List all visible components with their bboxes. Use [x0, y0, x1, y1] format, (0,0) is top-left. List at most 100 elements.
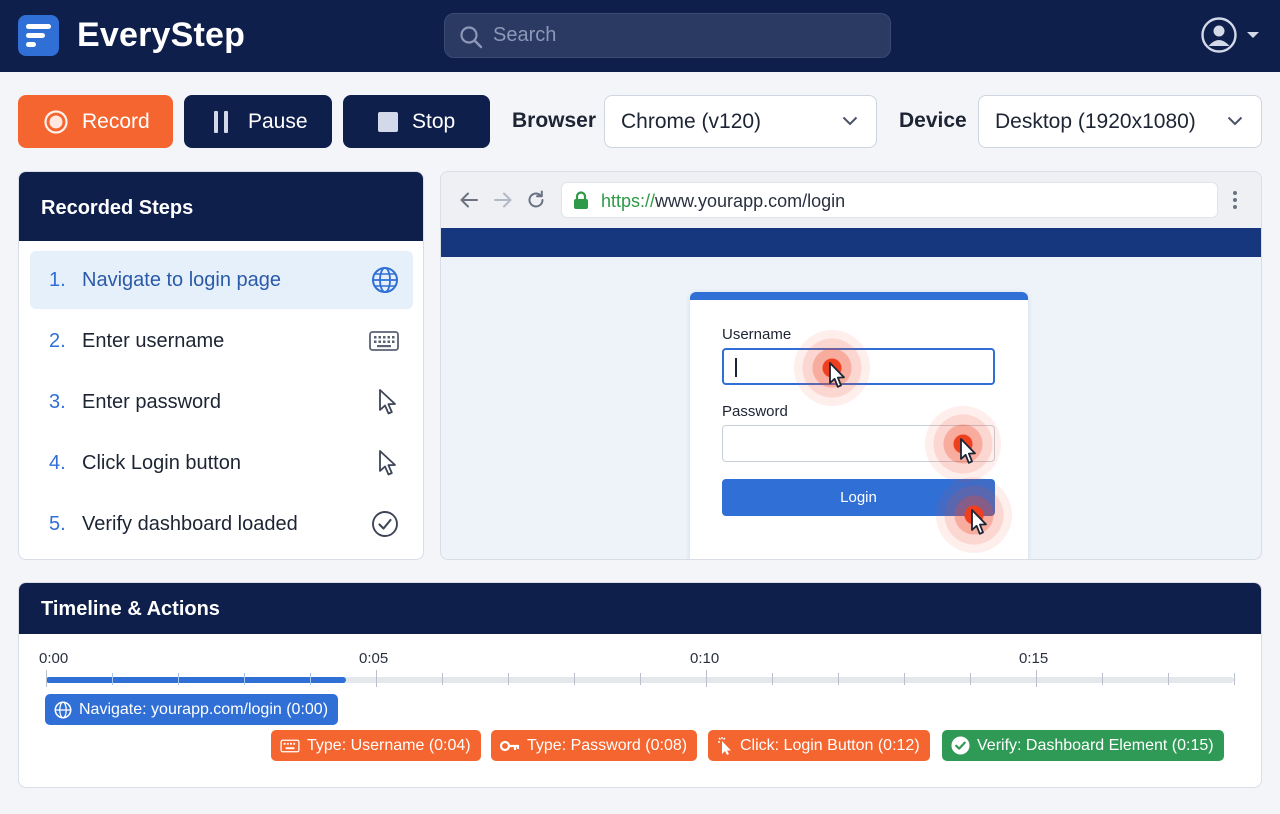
action-label: Verify: Dashboard Element (0:15): [977, 736, 1214, 754]
step-item-1[interactable]: 1. Navigate to login page: [30, 251, 413, 309]
cursor-icon: [379, 389, 396, 415]
action-chip-click-login[interactable]: Click: Login Button (0:12): [708, 730, 930, 761]
key-icon: [500, 740, 520, 751]
action-label: Click: Login Button (0:12): [740, 736, 920, 754]
timeline-minor-tick: [838, 673, 839, 685]
recorded-steps-panel: Recorded Steps 1. Navigate to login page…: [18, 171, 424, 560]
tick-label: 0:05: [359, 650, 389, 667]
app-name: EveryStep: [77, 16, 246, 54]
stop-icon: [378, 111, 398, 132]
url-text: https://www.yourapp.com/login: [601, 191, 845, 212]
timeline-minor-tick: [904, 673, 905, 685]
url-scheme: https://: [601, 191, 656, 211]
check-circle-icon: [372, 511, 398, 537]
click-ripple-password: [925, 406, 1001, 482]
chevron-down-icon: [1247, 32, 1259, 38]
action-label: Type: Username (0:04): [307, 736, 471, 754]
timeline-minor-tick: [574, 673, 575, 685]
browser-select[interactable]: Chrome (v120): [604, 95, 877, 148]
step-item-3[interactable]: 3. Enter password: [30, 373, 413, 431]
timeline-minor-tick: [112, 673, 113, 685]
step-number: 2.: [49, 329, 66, 352]
timeline-minor-tick: [508, 673, 509, 685]
forward-arrow-icon[interactable]: [493, 190, 513, 210]
timeline-progress: [46, 677, 346, 683]
keyboard-icon: [369, 331, 399, 351]
pointer-icon: [829, 362, 845, 388]
timeline-minor-tick: [970, 673, 971, 685]
keyboard-icon: [280, 739, 300, 752]
step-item-4[interactable]: 4. Click Login button: [30, 434, 413, 492]
step-item-2[interactable]: 2. Enter username: [30, 312, 413, 370]
pointer-icon: [960, 438, 976, 464]
step-label: Click Login button: [82, 451, 241, 474]
more-vertical-icon[interactable]: [1232, 190, 1238, 210]
browser-label: Browser: [512, 109, 597, 132]
check-circle-icon: [951, 736, 970, 755]
action-chip-type-password[interactable]: Type: Password (0:08): [491, 730, 698, 761]
search-icon: [460, 26, 483, 49]
timeline-minor-tick: [178, 673, 179, 685]
stop-label: Stop: [412, 109, 456, 133]
chevron-down-icon: [1227, 116, 1243, 126]
reload-icon[interactable]: [526, 190, 546, 210]
step-label: Enter password: [82, 390, 221, 413]
url-path: www.yourapp.com/login: [655, 191, 846, 211]
step-number: 3.: [49, 390, 66, 413]
click-ripple-login: [936, 477, 1012, 553]
browser-select-value: Chrome (v120): [621, 109, 762, 133]
pause-button[interactable]: Pause: [184, 95, 332, 148]
user-avatar-icon: [1201, 17, 1237, 53]
cursor-icon: [379, 450, 396, 476]
action-chip-type-username[interactable]: Type: Username (0:04): [271, 730, 481, 761]
address-bar[interactable]: https://www.yourapp.com/login: [561, 182, 1218, 218]
step-label: Navigate to login page: [82, 268, 282, 291]
site-header-bar: [441, 228, 1261, 257]
action-label: Type: Password (0:08): [527, 736, 688, 754]
timeline-minor-tick: [244, 673, 245, 685]
lock-icon: [574, 191, 588, 209]
tick-label: 0:15: [1019, 650, 1049, 667]
top-bar: EveryStep: [0, 0, 1280, 72]
timeline-major-tick: [706, 670, 707, 687]
pointer-icon: [971, 509, 987, 535]
login-card-accent: [690, 292, 1028, 300]
tick-label: 0:10: [690, 650, 720, 667]
search-bar[interactable]: [444, 13, 891, 58]
timeline-major-tick: [1036, 670, 1037, 687]
device-select-value: Desktop (1920x1080): [995, 109, 1196, 133]
timeline-minor-tick: [772, 673, 773, 685]
action-chip-navigate[interactable]: Navigate: yourapp.com/login (0:00): [45, 694, 339, 725]
step-item-5[interactable]: 5. Verify dashboard loaded: [30, 495, 413, 553]
device-label: Device: [899, 109, 967, 132]
timeline-title: Timeline & Actions: [19, 583, 1261, 634]
globe-icon: [54, 701, 72, 718]
text-caret: [735, 358, 737, 377]
timeline-minor-tick: [442, 673, 443, 685]
search-input[interactable]: [493, 14, 873, 57]
browser-preview: https://www.yourapp.com/login Username P…: [440, 171, 1262, 560]
click-icon: [718, 736, 731, 755]
timeline-panel: Timeline & Actions 0:00 0:05 0:10 0:15 N…: [18, 582, 1262, 788]
pause-label: Pause: [248, 109, 308, 133]
step-number: 5.: [49, 512, 66, 535]
pause-icon: [214, 110, 228, 133]
action-label: Navigate: yourapp.com/login (0:00): [79, 700, 329, 718]
tick-label: 0:00: [39, 650, 69, 667]
step-label: Enter username: [82, 329, 225, 352]
browser-toolbar: https://www.yourapp.com/login: [441, 172, 1261, 228]
timeline-major-tick: [46, 670, 47, 687]
stop-button[interactable]: Stop: [343, 95, 490, 148]
device-select[interactable]: Desktop (1920x1080): [978, 95, 1262, 148]
timeline-minor-tick: [1102, 673, 1103, 685]
app-logo[interactable]: [18, 15, 59, 56]
record-button[interactable]: Record: [18, 95, 173, 148]
step-label: Verify dashboard loaded: [82, 512, 298, 535]
back-arrow-icon[interactable]: [459, 190, 479, 210]
user-menu[interactable]: [1200, 16, 1264, 56]
timeline-minor-tick: [1234, 673, 1235, 685]
step-number: 4.: [49, 451, 66, 474]
action-chip-verify[interactable]: Verify: Dashboard Element (0:15): [942, 730, 1224, 761]
timeline-minor-tick: [640, 673, 641, 685]
chevron-down-icon: [842, 116, 858, 126]
